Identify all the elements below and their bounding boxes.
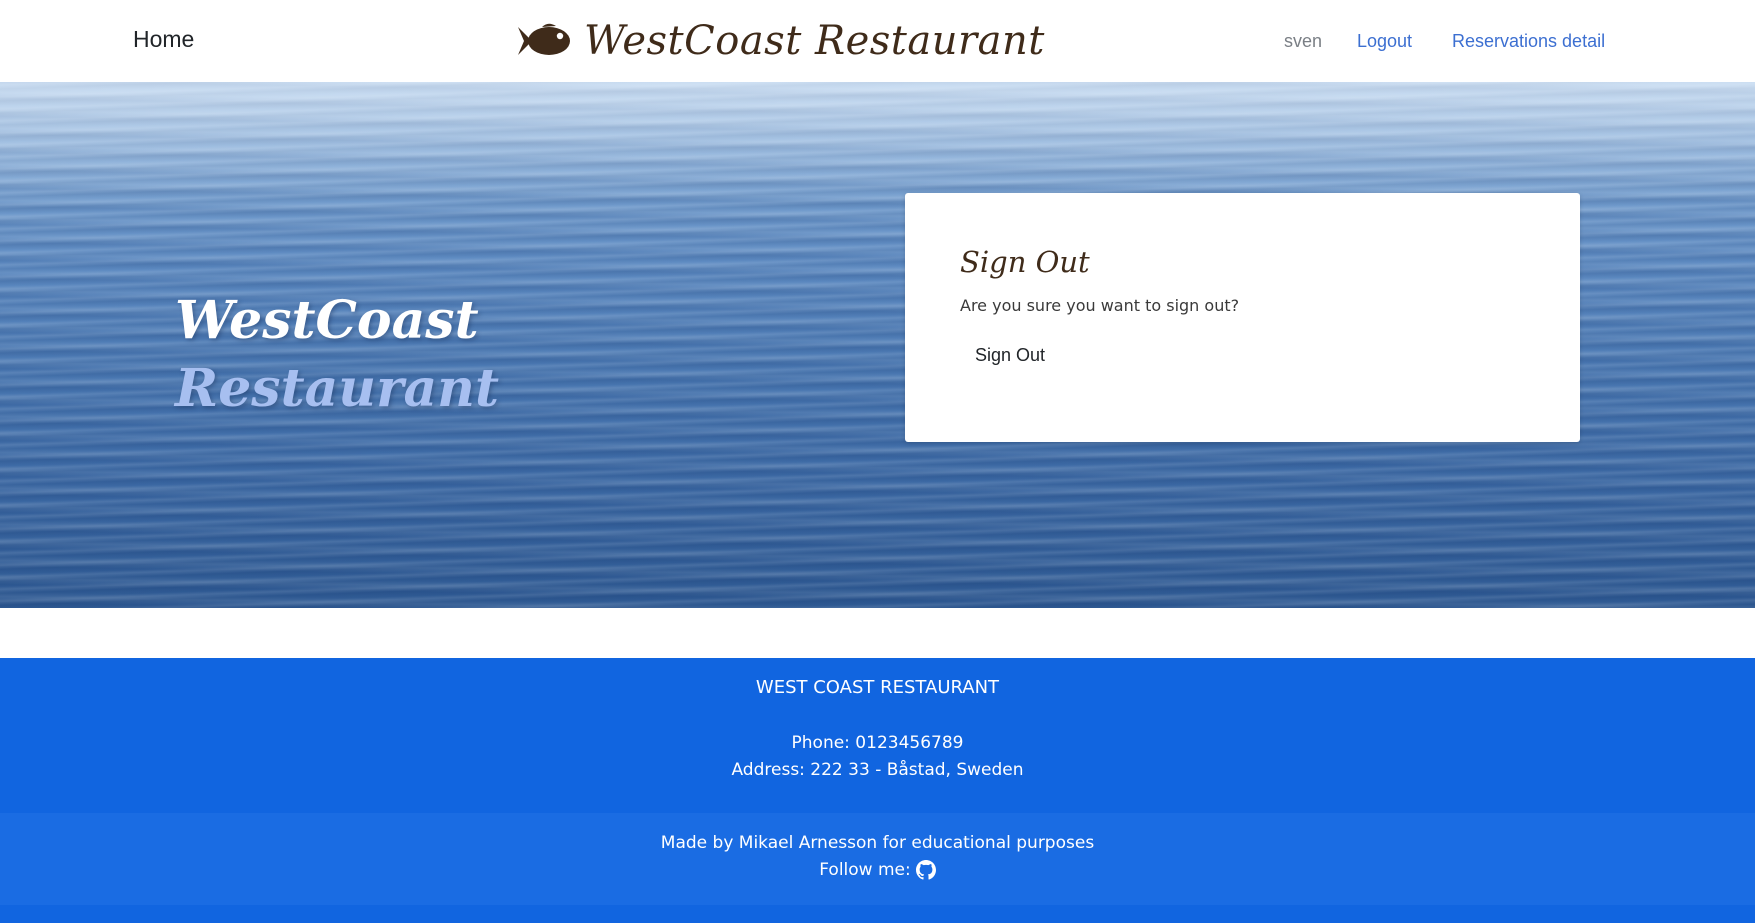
footer-credits-section: Made by Mikael Arnesson for educational … (0, 813, 1755, 905)
footer-restaurant-name: WEST COAST RESTAURANT (755, 677, 1000, 698)
reservations-detail-link[interactable]: Reservations detail (1452, 31, 1605, 52)
hero-title-line-1: WestCoast (175, 289, 479, 351)
footer-bottom-strip (0, 905, 1755, 923)
footer-follow-label: Follow me: (819, 860, 911, 880)
signout-card: Sign Out Are you sure you want to sign o… (905, 193, 1580, 442)
footer-follow: Follow me: (0, 860, 1755, 880)
footer-contact-section: WEST COAST RESTAURANT Phone: 0123456789 … (0, 658, 1755, 813)
username-label: sven (1284, 31, 1323, 51)
hero-title: WestCoast Restaurant (175, 287, 499, 423)
github-icon[interactable] (915, 860, 936, 880)
signout-button[interactable]: Sign Out (960, 338, 1060, 373)
navbar: Home WestCoast Restaurant sven Logout Re… (0, 0, 1755, 82)
footer-address: Address: 222 33 - Båstad, Sweden (731, 760, 1024, 780)
nav-home-link[interactable]: Home (133, 26, 194, 53)
logout-link[interactable]: Logout (1357, 31, 1412, 52)
signout-title: Sign Out (960, 245, 1090, 279)
fish-icon (518, 23, 570, 55)
signout-message: Are you sure you want to sign out? (960, 296, 1240, 315)
footer-credit: Made by Mikael Arnesson for educational … (660, 833, 1095, 853)
footer-phone: Phone: 0123456789 (791, 733, 964, 753)
brand-title: WestCoast Restaurant (584, 18, 1045, 64)
brand-logo[interactable]: WestCoast Restaurant (516, 8, 1045, 74)
hero-banner: WestCoast Restaurant Sign Out Are you su… (0, 82, 1755, 608)
hero-title-line-2: Restaurant (175, 357, 500, 419)
hero-water-highlight (0, 82, 1755, 202)
